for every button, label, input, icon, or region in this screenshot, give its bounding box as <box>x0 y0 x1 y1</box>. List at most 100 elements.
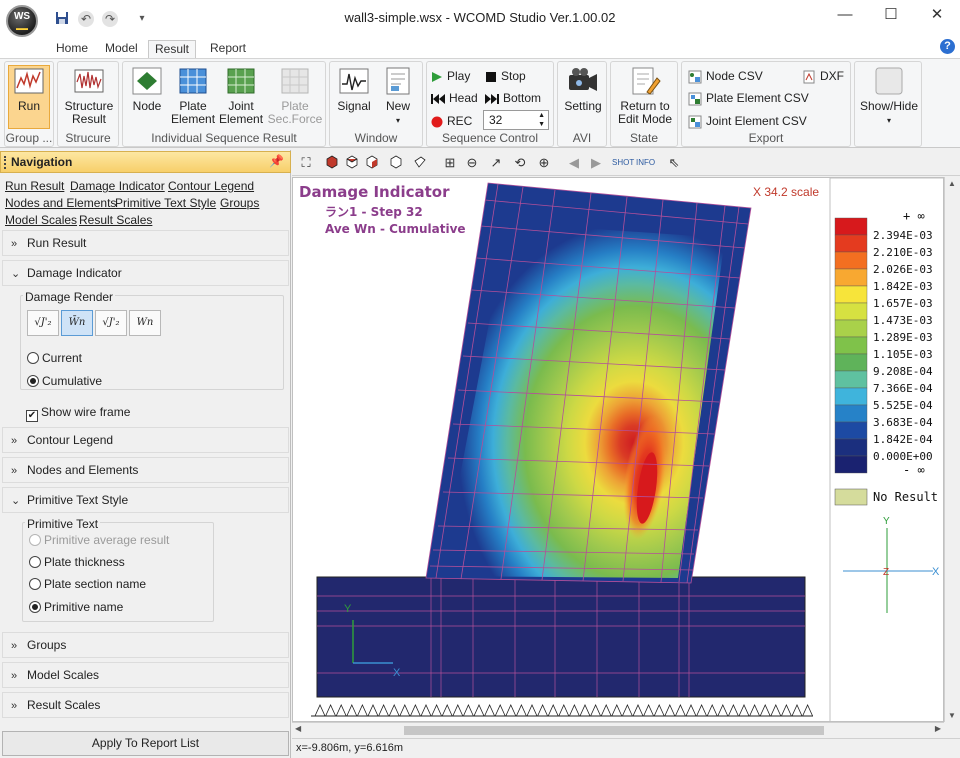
radio-cumulative-dot <box>27 375 39 387</box>
view-wire-icon[interactable] <box>412 155 428 171</box>
step-spinner[interactable]: 32 ▲ ▼ <box>483 110 549 130</box>
link-primitive-text-style[interactable]: Primitive Text Style <box>115 196 216 210</box>
render-sqrt-j2-bar-button[interactable]: √J'₂ <box>27 310 59 336</box>
scroll-left-icon[interactable]: ◀ <box>295 724 301 733</box>
back-icon[interactable]: ◀ <box>566 155 582 171</box>
zoom-out-icon[interactable]: ⊖ <box>464 155 480 171</box>
section-damage-indicator[interactable]: ⌄ Damage Indicator <box>2 260 289 286</box>
section-run-result[interactable]: » Run Result <box>2 230 289 256</box>
section-groups[interactable]: » Groups <box>2 632 289 658</box>
return-to-edit-mode-button[interactable]: Return to Edit Mode <box>613 66 677 126</box>
scroll-down-icon[interactable]: ▼ <box>948 711 956 720</box>
view-front-icon[interactable] <box>324 155 340 171</box>
render-sqrt-j2-button[interactable]: √J'₂ <box>95 310 127 336</box>
radio-plate-section-name[interactable]: Plate section name <box>29 577 146 591</box>
rec-button[interactable]: REC <box>431 112 472 130</box>
link-run-result[interactable]: Run Result <box>5 179 64 193</box>
section-primitive-text-style[interactable]: ⌄ Primitive Text Style <box>2 487 289 513</box>
support-triangle <box>410 704 421 717</box>
support-triangle <box>791 704 803 717</box>
node-csv-button[interactable]: Node CSV <box>688 67 763 85</box>
radio-plate-thickness[interactable]: Plate thickness <box>29 555 125 569</box>
joint-element-icon <box>227 68 255 94</box>
scroll-right-icon[interactable]: ▶ <box>935 724 941 733</box>
node-button[interactable]: Node <box>127 66 167 113</box>
link-groups[interactable]: Groups <box>220 196 259 210</box>
link-contour-legend[interactable]: Contour Legend <box>168 179 254 193</box>
link-nodes-and-elements[interactable]: Nodes and Elements <box>5 196 116 210</box>
close-button[interactable]: ✕ <box>914 0 960 30</box>
result-viewport[interactable]: Y X Damage Indicator ラン1 - Step 32 Ave W… <box>292 177 944 722</box>
horizontal-scroll-thumb[interactable] <box>404 726 824 735</box>
pick-icon[interactable]: ⇖ <box>666 155 682 171</box>
support-triangle <box>632 704 644 717</box>
bottom-button[interactable]: Bottom <box>485 89 541 107</box>
minimize-button[interactable]: — <box>822 0 868 30</box>
view-iso-icon[interactable] <box>388 155 404 171</box>
view-top-icon[interactable] <box>344 155 360 171</box>
radio-primitive-average-result[interactable]: Primitive average result <box>29 533 169 547</box>
zoom-window-icon[interactable]: ⊞ <box>442 155 458 171</box>
setting-button[interactable]: Setting <box>560 66 606 113</box>
horizontal-scrollbar[interactable]: ◀ ▶ <box>292 722 944 738</box>
pin-icon[interactable]: 📌 <box>269 154 284 168</box>
run-label: Run <box>17 99 40 113</box>
grip-icon[interactable] <box>4 156 7 169</box>
spinner-arrows-icon[interactable]: ▲ ▼ <box>538 111 545 129</box>
link-model-scales[interactable]: Model Scales <box>5 213 77 227</box>
render-wn-bar-button[interactable]: W̄n <box>61 310 93 336</box>
edit-mode-icon <box>632 67 661 95</box>
radio-current[interactable]: Current <box>27 351 82 365</box>
scroll-up-icon[interactable]: ▲ <box>948 179 956 188</box>
tab-report[interactable]: Report <box>204 40 252 59</box>
plate-sec-force-button[interactable]: Plate Sec.Force <box>267 66 323 126</box>
radio-cumulative[interactable]: Cumulative <box>27 374 102 388</box>
tab-model[interactable]: Model <box>99 40 144 59</box>
joint-element-label: Joint Element <box>219 99 264 126</box>
plate-element-csv-button[interactable]: Plate Element CSV <box>688 89 809 107</box>
radio-plate-thickness-label: Plate thickness <box>44 555 125 569</box>
section-result-scales[interactable]: » Result Scales <box>2 692 289 718</box>
legend-swatch <box>834 455 868 474</box>
primitive-text-title: Primitive Text <box>25 517 101 531</box>
structure-result-button[interactable]: Structure Result <box>61 66 117 126</box>
show-hide-button[interactable]: Show/Hide ▾ <box>857 66 921 127</box>
new-window-button[interactable]: New ▾ <box>378 66 418 127</box>
checkbox-checked-icon: ✔ <box>26 410 38 422</box>
support-triangle <box>643 704 654 717</box>
screenshot-icon[interactable]: SHOT <box>612 155 634 171</box>
render-wn-button[interactable]: Wn <box>129 310 161 336</box>
section-model-scales[interactable]: » Model Scales <box>2 662 289 688</box>
section-contour-legend[interactable]: » Contour Legend <box>2 427 289 453</box>
view-side-icon[interactable] <box>364 155 380 171</box>
tab-home[interactable]: Home <box>50 40 94 59</box>
info-icon[interactable]: INFO <box>636 155 655 171</box>
legend-label: 1.105E-03 <box>873 348 933 361</box>
joint-element-button[interactable]: Joint Element <box>219 66 263 126</box>
rotate-icon[interactable]: ⟲ <box>512 155 528 171</box>
head-button[interactable]: Head <box>431 89 478 107</box>
signal-button[interactable]: Signal <box>334 66 374 113</box>
vertical-scrollbar[interactable]: ▲ ▼ <box>944 177 960 722</box>
center-icon[interactable]: ⊕ <box>536 155 552 171</box>
show-wire-frame-checkbox[interactable]: ✔ Show wire frame <box>26 405 130 422</box>
damage-indicator-render[interactable]: Y X Damage Indicator ラン1 - Step 32 Ave W… <box>293 178 944 722</box>
dxf-button[interactable]: DXF <box>802 67 844 85</box>
radio-primitive-name[interactable]: Primitive name <box>29 600 123 614</box>
forward-icon[interactable]: ▶ <box>588 155 604 171</box>
maximize-button[interactable]: ☐ <box>868 0 914 30</box>
link-result-scales[interactable]: Result Scales <box>79 213 152 227</box>
play-button[interactable]: Play <box>431 67 470 85</box>
link-damage-indicator[interactable]: Damage Indicator <box>70 179 165 193</box>
tab-result[interactable]: Result <box>148 40 197 59</box>
apply-to-report-list-button[interactable]: Apply To Report List <box>2 731 289 756</box>
support-triangle <box>653 704 665 717</box>
fit-all-icon[interactable]: ⛶ <box>298 155 314 171</box>
plate-element-button[interactable]: Plate Element <box>171 66 215 126</box>
help-icon[interactable]: ? <box>940 39 955 54</box>
run-button[interactable]: Run <box>8 65 50 129</box>
stop-button[interactable]: Stop <box>485 67 526 85</box>
section-nodes-and-elements[interactable]: » Nodes and Elements <box>2 457 289 483</box>
pan-icon[interactable]: ↗ <box>488 155 504 171</box>
joint-element-csv-button[interactable]: Joint Element CSV <box>688 112 807 130</box>
